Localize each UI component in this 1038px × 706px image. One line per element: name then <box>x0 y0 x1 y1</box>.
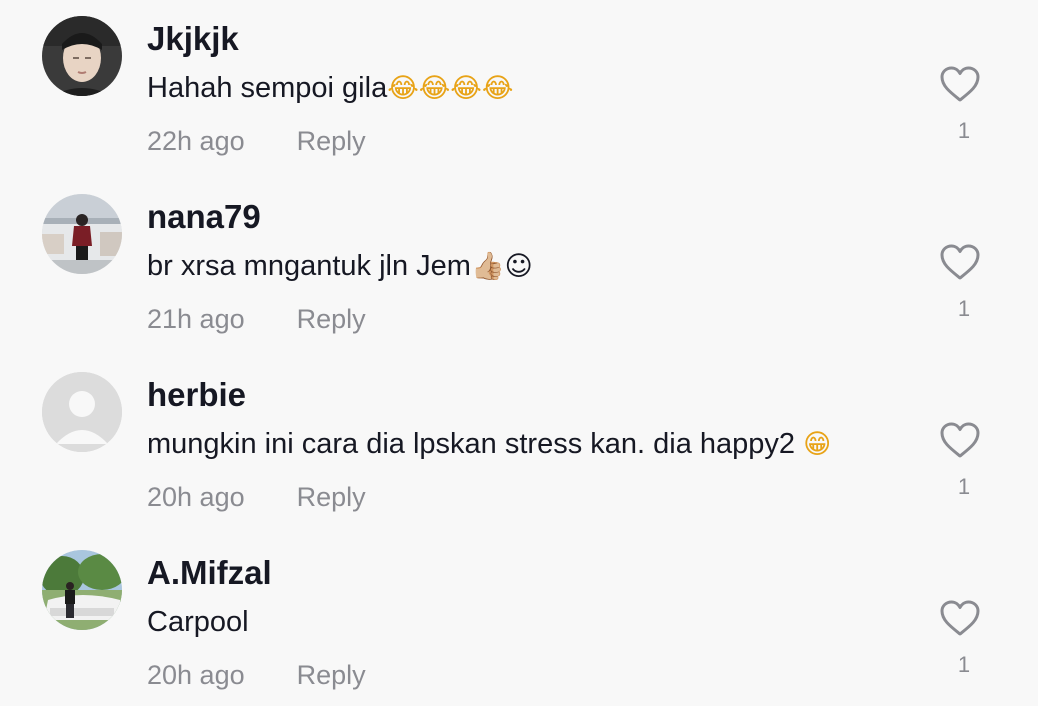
heart-icon <box>940 66 980 102</box>
comment-text: Carpool <box>147 604 249 640</box>
username[interactable]: Jkjkjk <box>147 20 239 58</box>
comment-meta: 21h ago Reply <box>147 302 366 336</box>
heart-icon <box>940 600 980 636</box>
avatar[interactable] <box>42 16 122 96</box>
heart-icon <box>940 422 980 458</box>
reply-button[interactable]: Reply <box>297 480 366 514</box>
like-count: 1 <box>957 652 971 677</box>
emoji-laughing: 😂😂😂😂 <box>387 73 514 104</box>
like-count: 1 <box>957 474 971 499</box>
comment-meta: 22h ago Reply <box>147 124 366 158</box>
comment-item: A.Mifzal Carpool 20h ago Reply 1 <box>0 534 1038 706</box>
comment-text: mungkin ini cara dia lpskan stress kan. … <box>147 426 831 463</box>
username[interactable]: nana79 <box>147 198 261 236</box>
timestamp: 21h ago <box>147 304 245 334</box>
emoji-smile: ☺ <box>504 251 533 282</box>
comment-item: herbie mungkin ini cara dia lpskan stres… <box>0 356 1038 534</box>
comment-item: nana79 br xrsa mngantuk jln Jem👍🏼☺ 21h a… <box>0 178 1038 356</box>
comment-item: Jkjkjk Hahah sempoi gila😂😂😂😂 22h ago Repl… <box>0 0 1038 178</box>
emoji-thumbs-up: 👍🏼 <box>470 251 505 282</box>
username[interactable]: A.Mifzal <box>147 554 272 592</box>
timestamp: 20h ago <box>147 482 245 512</box>
profile-photo-man-car <box>42 550 122 630</box>
comment-list: Jkjkjk Hahah sempoi gila😂😂😂😂 22h ago Repl… <box>0 0 1038 706</box>
reply-button[interactable]: Reply <box>297 302 366 336</box>
like-button[interactable] <box>938 420 982 460</box>
default-avatar-icon <box>42 372 122 452</box>
avatar[interactable] <box>42 372 122 452</box>
comment-text: Hahah sempoi gila😂😂😂😂 <box>147 70 513 107</box>
like-count: 1 <box>957 118 971 143</box>
username[interactable]: herbie <box>147 376 246 414</box>
like-count: 1 <box>957 296 971 321</box>
like-button[interactable] <box>938 598 982 638</box>
timestamp: 20h ago <box>147 660 245 690</box>
comment-body: mungkin ini cara dia lpskan stress kan. … <box>147 428 804 460</box>
like-button[interactable] <box>938 242 982 282</box>
like-button[interactable] <box>938 64 982 104</box>
comment-meta: 20h ago Reply <box>147 658 366 692</box>
profile-photo-woman-standing <box>42 194 122 274</box>
comment-meta: 20h ago Reply <box>147 480 366 514</box>
emoji-grinning: 😁 <box>803 429 832 460</box>
comment-body: Hahah sempoi gila <box>147 72 388 104</box>
reply-button[interactable]: Reply <box>297 124 366 158</box>
avatar[interactable] <box>42 550 122 630</box>
comment-body: br xrsa mngantuk jln Jem <box>147 250 471 282</box>
timestamp: 22h ago <box>147 126 245 156</box>
comment-body: Carpool <box>147 606 249 638</box>
avatar[interactable] <box>42 194 122 274</box>
reply-button[interactable]: Reply <box>297 658 366 692</box>
comment-text: br xrsa mngantuk jln Jem👍🏼☺ <box>147 248 533 285</box>
profile-photo-man <box>42 16 122 96</box>
heart-icon <box>940 244 980 280</box>
